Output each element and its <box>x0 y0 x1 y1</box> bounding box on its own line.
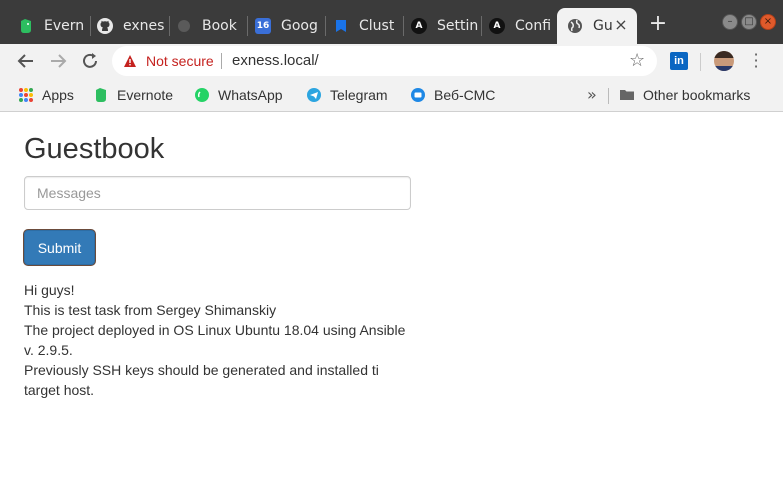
messages-list: Hi guys! This is test task from Sergey S… <box>24 280 414 400</box>
message-line: The project deployed in OS Linux Ubuntu … <box>24 322 406 358</box>
whatsapp-icon <box>194 87 210 103</box>
sms-icon <box>410 87 426 103</box>
bookmark-label: WhatsApp <box>218 87 283 103</box>
tab-github[interactable]: exnes <box>87 10 169 42</box>
address-bar[interactable]: Not secure exness.local/ ☆ <box>112 46 657 76</box>
bookmarks-bar: Apps Evernote WhatsApp Telegram Веб-СМС <box>0 79 783 112</box>
address-divider <box>221 53 222 69</box>
ansible-icon: A <box>489 18 505 34</box>
tab-cluster[interactable]: Clust <box>323 10 405 42</box>
message-input[interactable] <box>24 176 411 210</box>
profile-avatar[interactable] <box>714 51 734 71</box>
evernote-icon <box>18 18 34 34</box>
avatar-shirt <box>714 66 734 71</box>
globe-icon <box>567 18 583 34</box>
tab-label: Evern <box>44 18 85 34</box>
tab-label: Clust <box>359 18 395 34</box>
arrow-right-icon <box>51 54 67 68</box>
bookmark-label: Evernote <box>117 87 174 103</box>
bookmark-label: Apps <box>42 87 74 103</box>
bookmark-telegram[interactable]: Telegram <box>306 85 388 105</box>
bookmark-label: Веб-СМС <box>434 87 496 103</box>
reload-icon <box>83 53 97 68</box>
github-icon <box>97 18 113 34</box>
browser-toolbar: Not secure exness.local/ ☆ in · · · <box>0 44 783 79</box>
browser-window: Evern exnes Book 16 Goog Clust A Settin … <box>0 0 783 495</box>
other-bookmarks-label: Other bookmarks <box>643 87 751 103</box>
minimize-button[interactable]: – <box>722 14 738 30</box>
bookmarks-divider <box>608 88 609 104</box>
cluster-icon <box>333 18 349 34</box>
ansible-icon: A <box>411 18 427 34</box>
more-menu-icon[interactable]: · · · <box>751 47 761 75</box>
submit-button[interactable]: Submit <box>24 230 95 265</box>
tab-label: Book <box>202 18 237 34</box>
tab-google-calendar[interactable]: 16 Goog <box>245 10 327 42</box>
tab-bookmarks[interactable]: Book <box>166 10 248 42</box>
toolbar-divider <box>700 53 701 71</box>
linkedin-extension-icon[interactable]: in <box>670 52 688 70</box>
maximize-button[interactable]: □ <box>741 14 757 30</box>
tab-ansible-config[interactable]: A Confi <box>479 10 559 42</box>
tab-strip: Evern exnes Book 16 Goog Clust A Settin … <box>0 0 783 44</box>
new-tab-button[interactable]: + <box>648 13 668 35</box>
telegram-icon <box>306 87 322 103</box>
tab-ansible-settings[interactable]: A Settin <box>401 10 483 42</box>
warning-icon <box>124 55 136 67</box>
reload-button[interactable] <box>79 50 101 72</box>
page-content: Guestbook Submit Hi guys! This is test t… <box>0 113 783 495</box>
url-text[interactable]: exness.local/ <box>232 52 319 69</box>
avatar-hair <box>714 51 734 58</box>
bookmark-star-icon[interactable]: ☆ <box>629 50 645 71</box>
arrow-left-icon <box>17 54 33 68</box>
tab-label: Confi <box>515 18 552 34</box>
other-bookmarks-folder[interactable]: Other bookmarks <box>619 85 750 105</box>
tab-label: Goog <box>281 18 318 34</box>
bookmark-evernote[interactable]: Evernote <box>93 85 173 105</box>
more-bookmarks-icon[interactable]: » <box>587 85 597 104</box>
bookmark-icon <box>176 18 192 34</box>
message-line: This is test task from Sergey Shimanskiy <box>24 302 277 318</box>
tab-guestbook-active[interactable]: Gu × <box>557 8 637 44</box>
tab-label: exnes <box>123 18 165 34</box>
bookmark-apps[interactable]: Apps <box>18 85 74 105</box>
apps-icon <box>18 87 34 103</box>
message-line: Hi guys! <box>24 282 75 298</box>
tab-label: Settin <box>437 18 479 34</box>
close-tab-icon[interactable]: × <box>613 17 629 33</box>
message-line: Previously SSH keys should be generated … <box>24 362 379 398</box>
tab-label: Gu <box>593 18 613 34</box>
folder-icon <box>619 87 635 103</box>
bookmark-whatsapp[interactable]: WhatsApp <box>194 85 283 105</box>
back-button[interactable] <box>15 50 37 72</box>
page-title: Guestbook <box>24 133 165 165</box>
tab-evernote[interactable]: Evern <box>8 10 90 42</box>
forward-button[interactable] <box>47 50 69 72</box>
security-indicator[interactable]: Not secure <box>146 53 214 69</box>
bookmark-label: Telegram <box>330 87 388 103</box>
google-calendar-icon: 16 <box>255 18 271 34</box>
bookmark-sms[interactable]: Веб-СМС <box>410 85 495 105</box>
evernote-icon <box>93 87 109 103</box>
close-window-button[interactable]: × <box>760 14 776 30</box>
